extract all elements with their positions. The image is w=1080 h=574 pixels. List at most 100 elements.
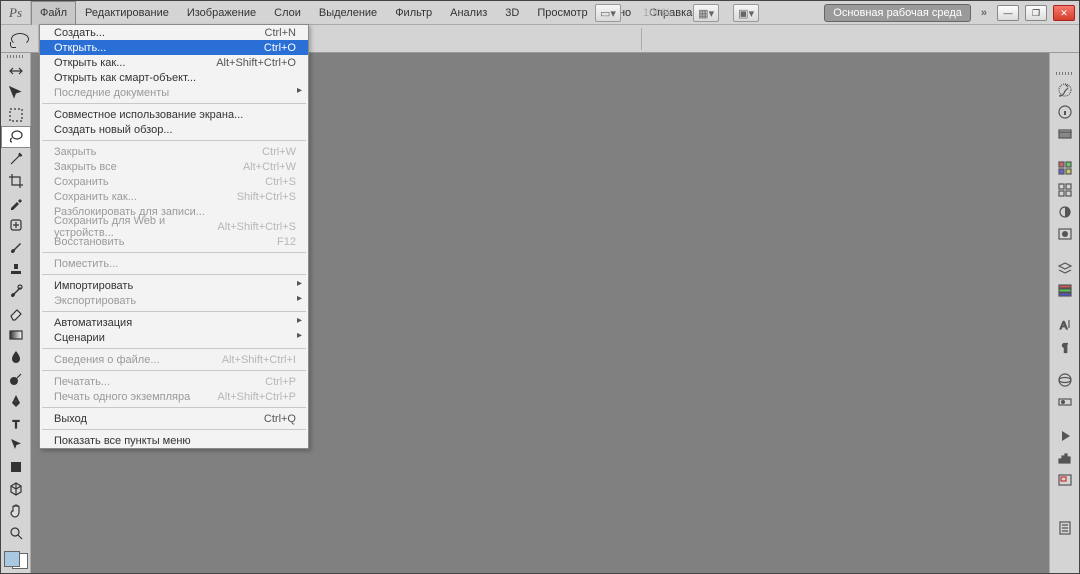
file-menu-dropdown: Создать...Ctrl+NОткрыть...Ctrl+OОткрыть … bbox=[39, 24, 309, 449]
masks-panel-icon[interactable] bbox=[1050, 223, 1080, 245]
dodge-tool-icon[interactable] bbox=[1, 368, 31, 390]
wand-tool-icon[interactable] bbox=[1, 148, 31, 170]
navigator-panel-icon[interactable] bbox=[1050, 469, 1080, 491]
file-menu-item[interactable]: Экспортировать bbox=[40, 293, 308, 308]
swatches-panel-icon[interactable] bbox=[1050, 157, 1080, 179]
history-brush-icon[interactable] bbox=[1, 280, 31, 302]
menu-item-label: Сценарии bbox=[54, 332, 105, 344]
menu-item-label: Создать новый обзор... bbox=[54, 124, 173, 136]
screen-mode-button[interactable]: ▦▾ bbox=[693, 4, 719, 22]
healing-brush-icon[interactable] bbox=[1, 214, 31, 236]
menu-item-shortcut: Alt+Shift+Ctrl+P bbox=[217, 391, 296, 403]
file-menu-item[interactable]: Последние документы bbox=[40, 85, 308, 100]
histogram-panel-icon[interactable] bbox=[1050, 447, 1080, 469]
file-menu-item[interactable]: Создать новый обзор... bbox=[40, 122, 308, 137]
file-menu-item[interactable]: Автоматизация bbox=[40, 315, 308, 330]
foreground-color-swatch[interactable] bbox=[4, 551, 20, 567]
file-menu-item[interactable]: СохранитьCtrl+S bbox=[40, 174, 308, 189]
file-menu-item[interactable]: Показать все пункты меню bbox=[40, 433, 308, 448]
3d-tool-icon[interactable] bbox=[1, 478, 31, 500]
menu-item-label: Создать... bbox=[54, 27, 105, 39]
file-menu-item[interactable]: Сохранить для Web и устройств...Alt+Shif… bbox=[40, 219, 308, 234]
extras-button[interactable]: ▣▾ bbox=[733, 4, 759, 22]
brush-tool-icon[interactable] bbox=[1, 236, 31, 258]
overflow-chevrons-icon[interactable]: » bbox=[977, 7, 991, 19]
menu-separator bbox=[42, 370, 306, 371]
menu-редактирование[interactable]: Редактирование bbox=[76, 1, 178, 25]
file-menu-item[interactable]: Поместить... bbox=[40, 256, 308, 271]
menu-слои[interactable]: Слои bbox=[265, 1, 310, 25]
panel-dock-grip[interactable] bbox=[1050, 67, 1080, 79]
options-bar-separator bbox=[641, 28, 642, 50]
window-maximize-button[interactable]: ❐ bbox=[1025, 5, 1047, 21]
channels-panel-icon[interactable] bbox=[1050, 279, 1080, 301]
file-menu-item[interactable]: ЗакрытьCtrl+W bbox=[40, 144, 308, 159]
app-logo: Ps bbox=[1, 1, 31, 25]
file-menu-item[interactable]: Сценарии bbox=[40, 330, 308, 345]
paragraph-panel-icon[interactable]: ¶ bbox=[1050, 335, 1080, 357]
color-swatches[interactable] bbox=[4, 551, 28, 569]
type-tool-icon[interactable]: T bbox=[1, 412, 31, 434]
double-arrow-icon[interactable] bbox=[1, 60, 31, 82]
window-close-button[interactable]: ✕ bbox=[1053, 5, 1075, 21]
menu-item-label: Экспортировать bbox=[54, 295, 136, 307]
tool-presets-icon[interactable] bbox=[1050, 517, 1080, 539]
file-menu-item[interactable]: Открыть как смарт-объект... bbox=[40, 70, 308, 85]
info-panel-icon[interactable] bbox=[1050, 101, 1080, 123]
current-tool-indicator[interactable] bbox=[1, 25, 39, 53]
stamp-tool-icon[interactable] bbox=[1, 258, 31, 280]
menu-separator bbox=[42, 311, 306, 312]
window-minimize-button[interactable]: — bbox=[997, 5, 1019, 21]
move-tool-icon[interactable] bbox=[1, 82, 31, 104]
measurement-icon[interactable] bbox=[1050, 391, 1080, 413]
menu-item-label: Автоматизация bbox=[54, 317, 132, 329]
marquee-tool-icon[interactable] bbox=[1, 104, 31, 126]
menu-анализ[interactable]: Анализ bbox=[441, 1, 496, 25]
layers-panel-icon[interactable] bbox=[1050, 257, 1080, 279]
file-menu-item[interactable]: Сохранить как...Shift+Ctrl+S bbox=[40, 189, 308, 204]
pen-tool-icon[interactable] bbox=[1, 390, 31, 412]
toolbox-grip[interactable] bbox=[1, 53, 31, 60]
styles-panel-icon[interactable] bbox=[1050, 179, 1080, 201]
file-menu-item[interactable]: ВосстановитьF12 bbox=[40, 234, 308, 249]
file-menu-item[interactable]: Сведения о файле...Alt+Shift+Ctrl+I bbox=[40, 352, 308, 367]
eyedropper-tool-icon[interactable] bbox=[1, 192, 31, 214]
menu-item-label: Открыть как... bbox=[54, 57, 125, 69]
shape-tool-icon[interactable] bbox=[1, 456, 31, 478]
actions-panel-icon[interactable] bbox=[1050, 425, 1080, 447]
menu-item-shortcut: Ctrl+N bbox=[265, 27, 296, 39]
adjustments-panel-icon[interactable] bbox=[1050, 201, 1080, 223]
file-menu-item[interactable]: ВыходCtrl+Q bbox=[40, 411, 308, 426]
menu-фильтр[interactable]: Фильтр bbox=[386, 1, 441, 25]
menu-выделение[interactable]: Выделение bbox=[310, 1, 386, 25]
eraser-tool-icon[interactable] bbox=[1, 302, 31, 324]
workspace-switcher[interactable]: Основная рабочая среда bbox=[824, 4, 971, 22]
menu-3d[interactable]: 3D bbox=[496, 1, 528, 25]
gradient-tool-icon[interactable] bbox=[1, 324, 31, 346]
brush-preset-icon[interactable] bbox=[1050, 79, 1080, 101]
hand-tool-icon[interactable] bbox=[1, 500, 31, 522]
menu-файл[interactable]: Файл bbox=[31, 1, 76, 25]
blur-tool-icon[interactable] bbox=[1, 346, 31, 368]
crop-tool-icon[interactable] bbox=[1, 170, 31, 192]
file-menu-item[interactable]: Закрыть всеAlt+Ctrl+W bbox=[40, 159, 308, 174]
path-select-icon[interactable] bbox=[1, 434, 31, 456]
file-menu-item[interactable]: Создать... Ctrl+N bbox=[40, 25, 308, 40]
file-menu-item[interactable]: Печатать...Ctrl+P bbox=[40, 374, 308, 389]
menu-просмотр[interactable]: Просмотр bbox=[528, 1, 596, 25]
lasso-tool-icon[interactable] bbox=[1, 126, 31, 148]
3d-panel-icon[interactable] bbox=[1050, 369, 1080, 391]
zoom-tool-icon[interactable] bbox=[1, 522, 31, 544]
file-menu-item[interactable]: Импортировать bbox=[40, 278, 308, 293]
file-menu-item[interactable]: Открыть...Ctrl+O bbox=[40, 40, 308, 55]
menu-изображение[interactable]: Изображение bbox=[178, 1, 265, 25]
color-panel-icon[interactable] bbox=[1050, 123, 1080, 145]
menubar-right: Основная рабочая среда » — ❐ ✕ bbox=[824, 1, 1075, 25]
arrange-documents-button[interactable]: ▭▾ bbox=[595, 4, 621, 22]
file-menu-item[interactable]: Совместное использование экрана... bbox=[40, 107, 308, 122]
file-menu-item[interactable]: Печать одного экземпляраAlt+Shift+Ctrl+P bbox=[40, 389, 308, 404]
menubar-center-controls: ▭▾ 100% ▦▾ ▣▾ bbox=[595, 1, 759, 25]
character-panel-icon[interactable]: A bbox=[1050, 313, 1080, 335]
file-menu-item[interactable]: Открыть как...Alt+Shift+Ctrl+O bbox=[40, 55, 308, 70]
menu-item-shortcut: Alt+Shift+Ctrl+I bbox=[222, 354, 296, 366]
